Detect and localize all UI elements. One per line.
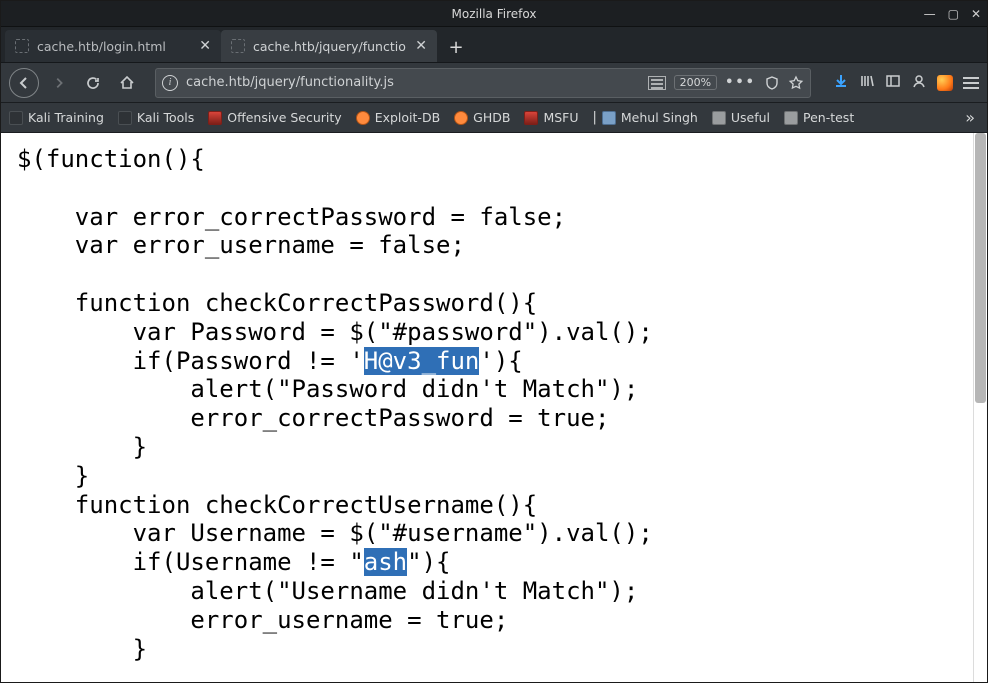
bookmark-icon bbox=[208, 111, 222, 125]
tab-label: cache.htb/login.html bbox=[37, 39, 191, 54]
code-line: function checkCorrectUsername(){ bbox=[17, 491, 537, 519]
nav-toolbar: i cache.htb/jquery/functionality.js 200%… bbox=[1, 63, 987, 103]
code-line: error_username = true; bbox=[17, 606, 508, 634]
reader-mode-icon[interactable] bbox=[648, 76, 666, 90]
forward-button[interactable] bbox=[45, 69, 73, 97]
bookmark-label: Pen-test bbox=[803, 110, 854, 125]
scrollbar-thumb[interactable] bbox=[975, 133, 986, 403]
code-line: } bbox=[17, 635, 147, 663]
account-icon[interactable] bbox=[911, 73, 927, 93]
tab-strip: cache.htb/login.html ✕ cache.htb/jquery/… bbox=[1, 27, 987, 63]
bookmark-icon bbox=[9, 111, 23, 125]
home-button[interactable] bbox=[113, 69, 141, 97]
bookmark-icon bbox=[118, 111, 132, 125]
bookmark-label: Exploit-DB bbox=[375, 110, 440, 125]
content-area: $(function(){ var error_correctPassword … bbox=[1, 133, 987, 682]
highlighted-password: H@v3_fun bbox=[364, 347, 480, 375]
maximize-button[interactable]: ▢ bbox=[948, 7, 959, 21]
bookmark-icon bbox=[524, 111, 538, 125]
bookmark-kali-training[interactable]: Kali Training bbox=[9, 110, 104, 125]
bookmark-icon bbox=[356, 111, 370, 125]
code-line: } bbox=[17, 462, 89, 490]
code-line: if(Username != " bbox=[17, 548, 364, 576]
library-icon[interactable] bbox=[859, 73, 875, 93]
reload-button[interactable] bbox=[79, 69, 107, 97]
menu-icon[interactable] bbox=[963, 77, 979, 89]
bookmark-label: Useful bbox=[731, 110, 770, 125]
firefox-window: Mozilla Firefox — ▢ ✕ cache.htb/login.ht… bbox=[0, 0, 988, 683]
code-line: alert("Username didn't Match"); bbox=[17, 577, 638, 605]
code-line: } bbox=[17, 433, 147, 461]
extension-icon[interactable] bbox=[937, 75, 953, 91]
tab-functionality-js[interactable]: cache.htb/jquery/functionalit ✕ bbox=[221, 30, 437, 62]
folder-icon bbox=[784, 111, 798, 125]
code-line: '){ bbox=[479, 347, 522, 375]
url-bar[interactable]: i cache.htb/jquery/functionality.js 200%… bbox=[155, 68, 811, 98]
bookmarks-toolbar: Kali Training Kali Tools Offensive Secur… bbox=[1, 103, 987, 133]
bookmark-offensive-security[interactable]: Offensive Security bbox=[208, 110, 341, 125]
close-button[interactable]: ✕ bbox=[971, 7, 981, 21]
folder-icon bbox=[712, 111, 726, 125]
downloads-icon[interactable] bbox=[833, 73, 849, 93]
tab-close-button[interactable]: ✕ bbox=[415, 38, 427, 54]
bookmarks-overflow-button[interactable]: » bbox=[965, 108, 979, 127]
code-line: alert("Password didn't Match"); bbox=[17, 375, 638, 403]
code-line: var error_correctPassword = false; bbox=[17, 203, 566, 231]
code-line: error_correctPassword = true; bbox=[17, 404, 609, 432]
titlebar: Mozilla Firefox — ▢ ✕ bbox=[1, 1, 987, 27]
source-code-view[interactable]: $(function(){ var error_correctPassword … bbox=[1, 133, 973, 682]
bookmark-exploit-db[interactable]: Exploit-DB bbox=[356, 110, 440, 125]
bookmark-label: GHDB bbox=[473, 110, 510, 125]
new-tab-button[interactable]: + bbox=[441, 32, 471, 62]
back-button[interactable] bbox=[9, 68, 39, 98]
window-title: Mozilla Firefox bbox=[452, 7, 537, 21]
bookmark-ghdb[interactable]: GHDB bbox=[454, 110, 510, 125]
vertical-scrollbar[interactable] bbox=[973, 133, 987, 682]
bookmark-useful[interactable]: Useful bbox=[712, 110, 770, 125]
url-text: cache.htb/jquery/functionality.js bbox=[186, 75, 640, 90]
favicon-placeholder-icon bbox=[231, 39, 245, 53]
page-actions-icon[interactable]: ••• bbox=[725, 75, 756, 90]
separator: | bbox=[593, 110, 597, 125]
tracking-shield-icon[interactable] bbox=[764, 75, 780, 91]
code-line: var error_username = false; bbox=[17, 231, 465, 259]
bookmark-pen-test[interactable]: Pen-test bbox=[784, 110, 854, 125]
code-line: "){ bbox=[407, 548, 450, 576]
highlighted-username: ash bbox=[364, 548, 407, 576]
window-controls: — ▢ ✕ bbox=[924, 1, 981, 27]
site-info-icon[interactable]: i bbox=[162, 75, 178, 91]
code-line: if(Password != ' bbox=[17, 347, 364, 375]
code-line: $(function(){ bbox=[17, 145, 205, 173]
code-line: function checkCorrectPassword(){ bbox=[17, 289, 537, 317]
bookmark-msfu[interactable]: MSFU bbox=[524, 110, 578, 125]
zoom-badge[interactable]: 200% bbox=[674, 75, 717, 90]
bookmark-icon bbox=[454, 111, 468, 125]
code-line: var Username = $("#username").val(); bbox=[17, 519, 653, 547]
toolbar-right bbox=[833, 73, 979, 93]
bookmark-label: Mehul Singh bbox=[621, 110, 698, 125]
code-line bbox=[17, 260, 75, 288]
bookmark-label: MSFU bbox=[543, 110, 578, 125]
bookmark-mehul-singh[interactable]: | Mehul Singh bbox=[593, 110, 698, 125]
bookmark-label: Offensive Security bbox=[227, 110, 341, 125]
code-line bbox=[17, 174, 75, 202]
tab-close-button[interactable]: ✕ bbox=[199, 38, 211, 54]
sidebar-icon[interactable] bbox=[885, 73, 901, 93]
bookmark-icon bbox=[602, 111, 616, 125]
favicon-placeholder-icon bbox=[15, 39, 29, 53]
minimize-button[interactable]: — bbox=[924, 7, 936, 21]
code-line: var Password = $("#password").val(); bbox=[17, 318, 653, 346]
bookmark-kali-tools[interactable]: Kali Tools bbox=[118, 110, 194, 125]
bookmark-label: Kali Tools bbox=[137, 110, 194, 125]
bookmark-star-icon[interactable] bbox=[788, 75, 804, 91]
tab-label: cache.htb/jquery/functionalit bbox=[253, 39, 407, 54]
tab-login[interactable]: cache.htb/login.html ✕ bbox=[5, 30, 221, 62]
bookmark-label: Kali Training bbox=[28, 110, 104, 125]
